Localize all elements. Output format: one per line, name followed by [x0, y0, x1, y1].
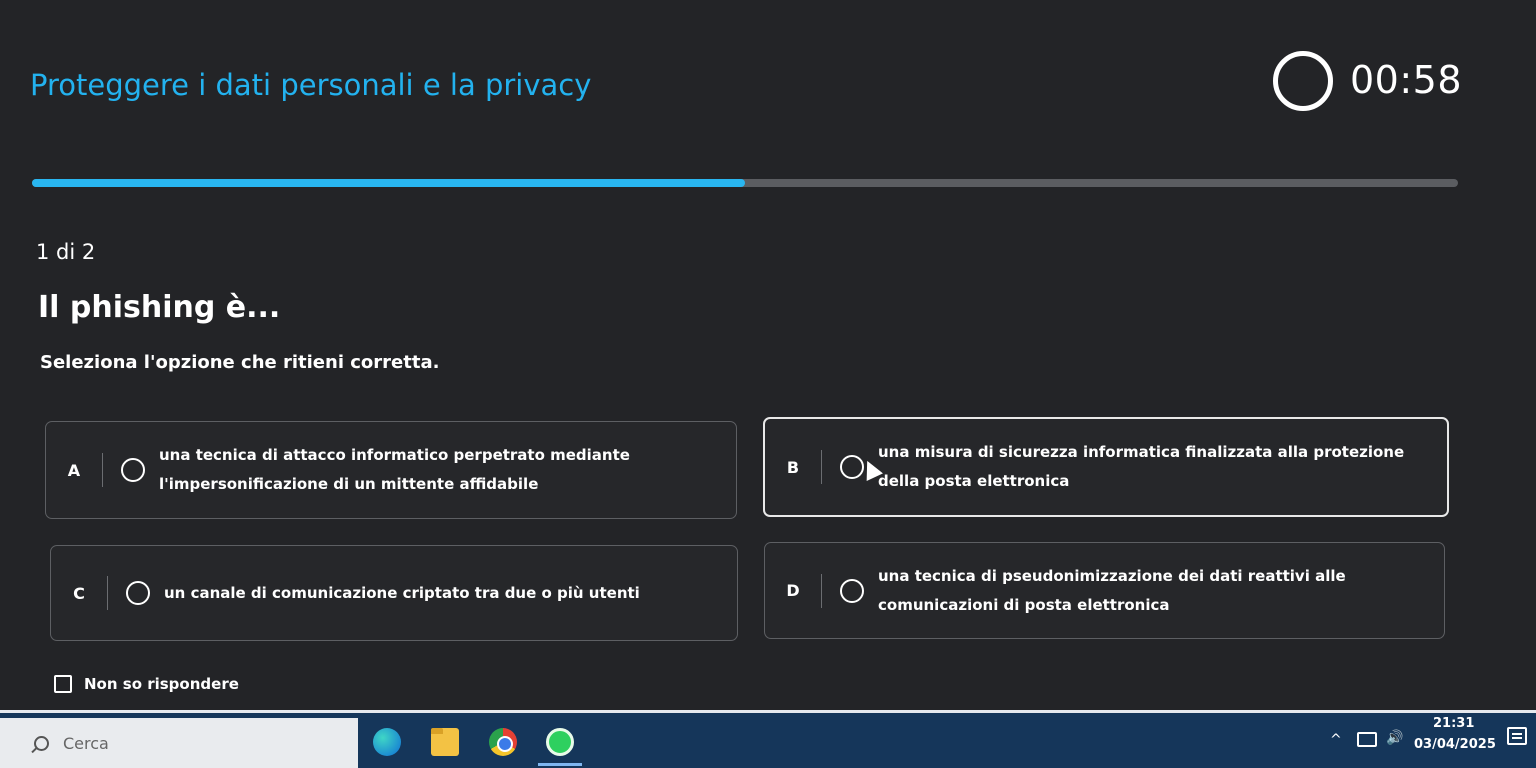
option-divider: [821, 573, 822, 608]
option-divider: [107, 576, 108, 610]
option-letter: B: [786, 457, 800, 477]
progress-fill: [32, 179, 745, 187]
step-counter: 1 di 2: [36, 240, 96, 264]
folder-icon[interactable]: [431, 728, 459, 756]
search-icon: [34, 735, 49, 751]
quiz-title: Proteggere i dati personali e la privacy: [30, 68, 592, 102]
option-text: un canale di comunicazione criptato tra …: [164, 583, 640, 602]
option-text: una tecnica di attacco informatico perpe…: [159, 446, 630, 493]
option-text: una misura di sicurezza informatica fina…: [878, 443, 1405, 490]
edge-icon[interactable]: [373, 728, 401, 756]
option-text: una tecnica di pseudonimizzazione dei da…: [878, 566, 1346, 614]
clock-date[interactable]: 03/04/2025: [1414, 737, 1496, 752]
whatsapp-icon[interactable]: [546, 728, 574, 756]
option-letter: C: [73, 583, 85, 603]
network-icon[interactable]: [1357, 732, 1377, 747]
search-placeholder: Cerca: [63, 733, 109, 753]
option-d[interactable]: D una tecnica di pseudonimizzazione dei …: [764, 542, 1445, 639]
chevron-up-icon[interactable]: ^: [1330, 732, 1342, 748]
option-divider: [102, 453, 103, 487]
instruction-text: Seleziona l'opzione che ritieni corretta…: [40, 352, 440, 373]
dont-know-option[interactable]: Non so rispondere: [54, 675, 239, 693]
radio-button[interactable]: [840, 578, 864, 603]
radio-button[interactable]: [121, 458, 145, 482]
radio-button[interactable]: [126, 581, 150, 605]
timer-countdown: 00:58: [1350, 58, 1463, 102]
dont-know-label: Non so rispondere: [84, 675, 239, 693]
option-a[interactable]: A una tecnica di attacco informatico per…: [45, 421, 737, 519]
volume-icon[interactable]: 🔊: [1386, 730, 1403, 746]
progress-bar: [32, 179, 1458, 187]
clock-time[interactable]: 21:31: [1433, 716, 1474, 731]
timer-icon: [1273, 51, 1333, 111]
notification-icon[interactable]: [1507, 727, 1527, 745]
dont-know-checkbox[interactable]: [54, 675, 72, 693]
option-letter: A: [67, 460, 81, 480]
option-c[interactable]: C un canale di comunicazione criptato tr…: [50, 545, 738, 641]
taskbar-search[interactable]: Cerca: [0, 718, 358, 768]
option-divider: [821, 450, 822, 484]
active-app-indicator: [538, 763, 582, 766]
chrome-icon[interactable]: [489, 728, 517, 756]
option-letter: D: [786, 581, 800, 600]
question-text: Il phishing è...: [38, 290, 281, 325]
